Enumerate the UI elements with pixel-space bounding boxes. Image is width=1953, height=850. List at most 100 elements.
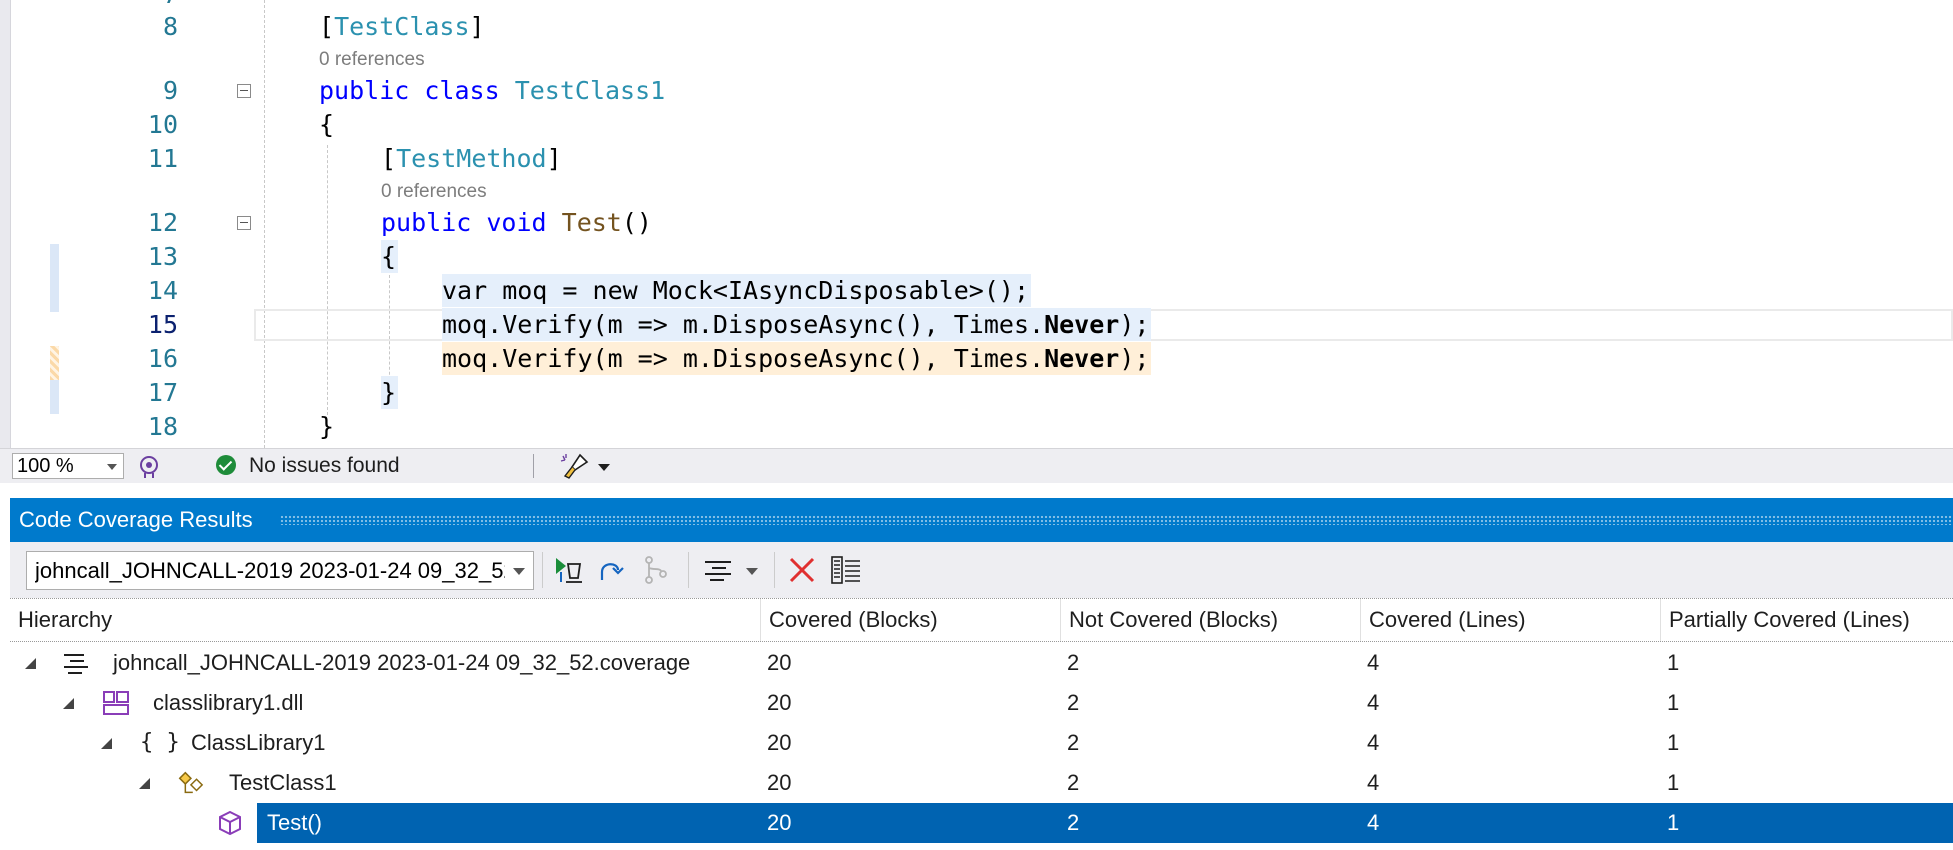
codelens-references[interactable]: 0 references	[381, 180, 487, 204]
tree-row-method[interactable]: Test() 20 2 4 1	[10, 803, 1953, 843]
tree-item-label: ClassLibrary1	[191, 730, 326, 755]
code-editor[interactable]: 7 8 [TestClass] 0 references 9 public cl…	[0, 0, 1953, 448]
tree-item-label: johncall_JOHNCALL-2019 2023-01-24 09_32_…	[113, 650, 691, 675]
coverage-results-select[interactable]: johncall_JOHNCALL-2019 2023-01-24 09_32_…	[26, 551, 534, 590]
code-cleanup-brush-icon[interactable]	[560, 452, 590, 480]
method-cube-icon	[219, 810, 241, 836]
code-line: 16 moq.Verify(m => m.DisposeAsync(), Tim…	[0, 342, 1953, 376]
analyze-coverage-icon[interactable]	[552, 554, 584, 586]
partially-covered-lines-value: 1	[1667, 650, 1680, 675]
code-line: 11 [TestMethod]	[0, 142, 1953, 176]
code-token: {	[381, 242, 397, 271]
chevron-down-icon	[107, 464, 117, 470]
toolbar-separator	[774, 552, 775, 588]
line-number: 14	[147, 276, 178, 305]
code-text[interactable]: [TestMethod]	[381, 142, 562, 176]
issues-status[interactable]: No issues found	[249, 451, 400, 481]
code-content: var moq = new Mock<IAsyncDisposable>();	[442, 274, 1031, 307]
intellicode-icon[interactable]	[136, 454, 162, 480]
code-content: }	[319, 412, 334, 441]
status-separator	[533, 454, 534, 478]
code-token: moq.Verify(m => m.DisposeAsync(), Times.	[442, 344, 1045, 373]
code-text[interactable]: moq.Verify(m => m.DisposeAsync(), Times.…	[442, 308, 1152, 342]
collapse-icon[interactable]	[237, 216, 251, 230]
code-line: 17 }	[0, 376, 1953, 410]
code-token: );	[1119, 344, 1150, 373]
code-text[interactable]: }	[319, 410, 334, 444]
remove-icon[interactable]	[786, 554, 818, 586]
coverage-results-value: johncall_JOHNCALL-2019 2023-01-24 09_32_…	[35, 558, 505, 583]
code-line: 14 var moq = new Mock<IAsyncDisposable>(…	[0, 274, 1953, 308]
code-content: public void Test()	[381, 208, 652, 237]
zoom-value: 100 %	[17, 455, 74, 477]
covered-lines-value: 4	[1367, 690, 1380, 715]
covered-blocks-value: 20	[767, 730, 792, 755]
zoom-dropdown[interactable]: 100 %	[12, 453, 124, 479]
selection-highlight	[257, 803, 1953, 843]
code-text[interactable]: var moq = new Mock<IAsyncDisposable>();	[442, 274, 1031, 308]
code-text[interactable]: }	[381, 376, 399, 410]
partially-covered-lines-value: 1	[1667, 810, 1680, 835]
code-token: ()	[621, 208, 652, 237]
merge-results-icon[interactable]	[596, 554, 628, 586]
collapse-icon[interactable]	[237, 84, 251, 98]
column-header-partially-covered-lines[interactable]: Partially Covered (Lines)	[1661, 599, 1953, 641]
namespace-icon: { }	[140, 730, 180, 755]
coverage-grid-header: Hierarchy Covered (Blocks) Not Covered (…	[10, 598, 1953, 642]
not-covered-blocks-value: 2	[1067, 690, 1080, 715]
covered-blocks-value: 20	[767, 650, 792, 675]
column-options-icon[interactable]	[702, 554, 734, 586]
code-text[interactable]: {	[381, 240, 399, 274]
code-content: moq.Verify(m => m.DisposeAsync(), Times.…	[442, 308, 1152, 341]
covered-lines-value: 4	[1367, 730, 1380, 755]
line-number: 12	[147, 208, 178, 237]
code-content: [TestMethod]	[381, 144, 562, 173]
chevron-down-icon[interactable]	[746, 568, 758, 575]
check-circle-icon	[216, 455, 236, 475]
covered-blocks-value: 20	[767, 770, 792, 795]
covered-blocks-value: 20	[767, 690, 792, 715]
chevron-down-icon[interactable]	[598, 464, 610, 471]
branch-icon	[645, 556, 667, 584]
codelens-references[interactable]: 0 references	[319, 48, 425, 72]
not-covered-blocks-value: 2	[1067, 730, 1080, 755]
code-token: TestClass	[334, 12, 470, 41]
covered-lines-value: 4	[1367, 770, 1380, 795]
code-token: Never	[1044, 344, 1120, 373]
coloring-toggle-icon[interactable]	[830, 554, 862, 586]
code-line: 18 }	[0, 410, 1953, 444]
code-token: }	[381, 378, 397, 407]
code-token: void	[486, 208, 547, 237]
tree-row-assembly[interactable]: classlibrary1.dll 20 2 4 1	[10, 683, 1953, 723]
expanded-arrow-icon[interactable]	[25, 658, 36, 669]
code-coverage-panel-title[interactable]: Code Coverage Results	[10, 498, 1953, 542]
code-text[interactable]: {	[319, 108, 334, 142]
tree-item-label: TestClass1	[229, 770, 337, 795]
panel-drag-grip[interactable]	[280, 515, 1953, 525]
code-token: }	[319, 412, 335, 441]
column-header-covered-blocks[interactable]: Covered (Blocks)	[761, 599, 1061, 641]
class-icon	[178, 771, 204, 794]
expanded-arrow-icon[interactable]	[63, 698, 74, 709]
column-header-covered-lines[interactable]: Covered (Lines)	[1361, 599, 1661, 641]
code-token: public	[319, 76, 410, 105]
code-text[interactable]: public class TestClass1	[319, 74, 665, 108]
code-text[interactable]: [TestClass]	[319, 10, 485, 44]
coverage-toolbar: johncall_JOHNCALL-2019 2023-01-24 09_32_…	[10, 542, 1953, 598]
tree-row-coverage-file[interactable]: johncall_JOHNCALL-2019 2023-01-24 09_32_…	[10, 643, 1953, 683]
expanded-arrow-icon[interactable]	[139, 778, 150, 789]
code-text[interactable]: moq.Verify(m => m.DisposeAsync(), Times.…	[442, 342, 1152, 376]
expanded-arrow-icon[interactable]	[101, 738, 112, 749]
tree-row-namespace[interactable]: { } ClassLibrary1 20 2 4 1	[10, 723, 1953, 763]
code-token: ]	[469, 12, 485, 41]
tree-row-class[interactable]: TestClass1 20 2 4 1	[10, 763, 1953, 803]
code-text[interactable]: public void Test()	[381, 206, 652, 240]
column-header-not-covered-blocks[interactable]: Not Covered (Blocks)	[1061, 599, 1361, 641]
line-number: 15	[147, 310, 178, 339]
line-number: 17	[147, 378, 178, 407]
code-content: public class TestClass1	[319, 76, 665, 105]
covered-lines-value: 4	[1367, 810, 1380, 835]
column-header-hierarchy[interactable]: Hierarchy	[10, 599, 761, 641]
